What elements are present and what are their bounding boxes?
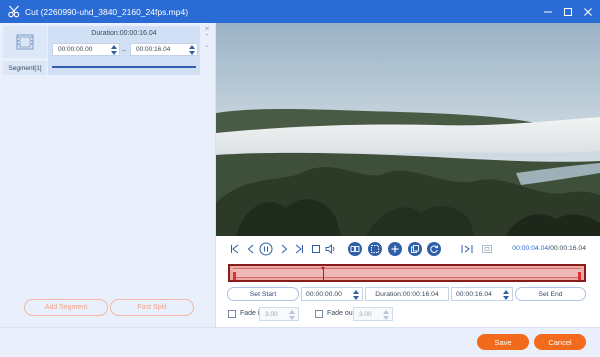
stop-icon[interactable] <box>309 242 323 256</box>
set-end-button[interactable]: Set End <box>515 287 586 301</box>
segment-details: Duration:00:00:16.04 00:00:00.00 – 00:00… <box>48 26 200 75</box>
fade-in-value: 3.00 <box>265 310 278 318</box>
title-bar: Cut (2260990-uhd_3840_2160_24fps.mp4) <box>0 0 600 23</box>
set-start-label: Set Start <box>249 290 277 298</box>
close-icon[interactable] <box>580 4 596 20</box>
segment-range-bar <box>52 66 196 68</box>
timeline-selection[interactable] <box>233 267 581 281</box>
segment-end-field[interactable]: 00:00:16.04 <box>130 43 198 56</box>
duration-value: Duration:00:00:16.04 <box>375 290 439 298</box>
save-button[interactable]: Save <box>477 334 529 350</box>
playhead[interactable] <box>321 267 326 281</box>
video-preview[interactable] <box>216 23 600 236</box>
set-out-icon[interactable] <box>480 242 494 256</box>
duration-display: Duration:00:00:16.04 <box>365 287 449 301</box>
end-time-value: 00:00:16.04 <box>456 290 492 298</box>
time-readout: 00:00:04.04/00:00:16.04 <box>512 245 586 252</box>
add-icon[interactable] <box>388 242 402 256</box>
jump-end-icon[interactable] <box>292 242 306 256</box>
fade-row: Fade in 3.00 Fade out 3.00 <box>227 307 427 321</box>
save-label: Save <box>494 337 512 347</box>
segment-side-controls: ✕ ⌃ ⌄ <box>202 26 212 75</box>
dialog-footer: Save Cancel <box>0 327 600 357</box>
spinner-icon[interactable] <box>353 290 359 300</box>
segment-label: Segment[1] <box>3 61 47 75</box>
film-icon <box>3 26 47 58</box>
start-time-field[interactable]: 00:00:00.00 <box>301 287 363 301</box>
cancel-label: Cancel <box>548 337 572 347</box>
remove-segment-icon[interactable]: ✕ <box>204 26 210 34</box>
segment-end-value: 00:00:16.04 <box>136 46 171 53</box>
prev-frame-icon[interactable] <box>244 242 258 256</box>
fade-out-checkbox[interactable] <box>315 310 323 318</box>
duplicate-icon[interactable] <box>408 242 422 256</box>
scissors-icon <box>5 3 23 21</box>
fast-split-button[interactable]: Fast Split <box>110 299 194 316</box>
next-frame-icon[interactable] <box>277 242 291 256</box>
move-down-icon[interactable]: ⌄ <box>204 42 210 50</box>
range-separator: – <box>122 47 126 54</box>
minimize-icon[interactable] <box>540 4 556 20</box>
set-in-icon[interactable] <box>460 242 474 256</box>
window-title: Cut (2260990-uhd_3840_2160_24fps.mp4) <box>25 6 189 17</box>
set-end-label: Set End <box>538 290 563 298</box>
playback-controls: 00:00:04.04/00:00:16.04 <box>216 240 600 260</box>
volume-icon[interactable] <box>324 242 338 256</box>
video-frame <box>216 23 600 236</box>
segment-item[interactable]: Segment[1] Duration:00:00:16.04 00:00:00… <box>3 26 212 94</box>
maximize-icon[interactable] <box>560 4 576 20</box>
trim-start-handle[interactable] <box>233 272 236 280</box>
trim-end-handle[interactable] <box>578 272 581 280</box>
rotate-icon[interactable] <box>427 242 441 256</box>
copy-segment-icon[interactable] <box>348 242 362 256</box>
end-time-field[interactable]: 00:00:16.04 <box>451 287 513 301</box>
spinner-icon[interactable] <box>383 310 389 320</box>
fade-in-field[interactable]: 3.00 <box>259 307 299 321</box>
spinner-icon[interactable] <box>189 45 195 55</box>
add-segment-button[interactable]: Add Segment <box>24 299 108 316</box>
split-icon[interactable] <box>368 242 382 256</box>
set-start-button[interactable]: Set Start <box>227 287 299 301</box>
segment-start-field[interactable]: 00:00:00.00 <box>52 43 120 56</box>
move-up-icon[interactable]: ⌃ <box>204 34 210 42</box>
fade-out-value: 3.00 <box>359 310 372 318</box>
spinner-icon[interactable] <box>503 290 509 300</box>
trim-row: Set Start 00:00:00.00 Duration:00:00:16.… <box>227 287 586 301</box>
spinner-icon[interactable] <box>111 45 117 55</box>
play-pause-icon[interactable] <box>259 242 273 256</box>
segment-panel: Segment[1] Duration:00:00:16.04 00:00:00… <box>0 23 216 327</box>
current-time: 00:00:04.04 <box>512 245 549 252</box>
timeline-track[interactable] <box>228 264 586 282</box>
fade-in-checkbox[interactable] <box>228 310 236 318</box>
fade-out-label: Fade out <box>327 310 355 317</box>
fade-out-field[interactable]: 3.00 <box>353 307 393 321</box>
segment-start-value: 00:00:00.00 <box>58 46 93 53</box>
segment-duration: Duration:00:00:16.04 <box>91 30 157 37</box>
spinner-icon[interactable] <box>289 310 295 320</box>
start-time-value: 00:00:00.00 <box>306 290 342 298</box>
total-time: /00:00:16.04 <box>548 245 586 252</box>
jump-start-icon[interactable] <box>228 242 242 256</box>
cancel-button[interactable]: Cancel <box>534 334 586 350</box>
